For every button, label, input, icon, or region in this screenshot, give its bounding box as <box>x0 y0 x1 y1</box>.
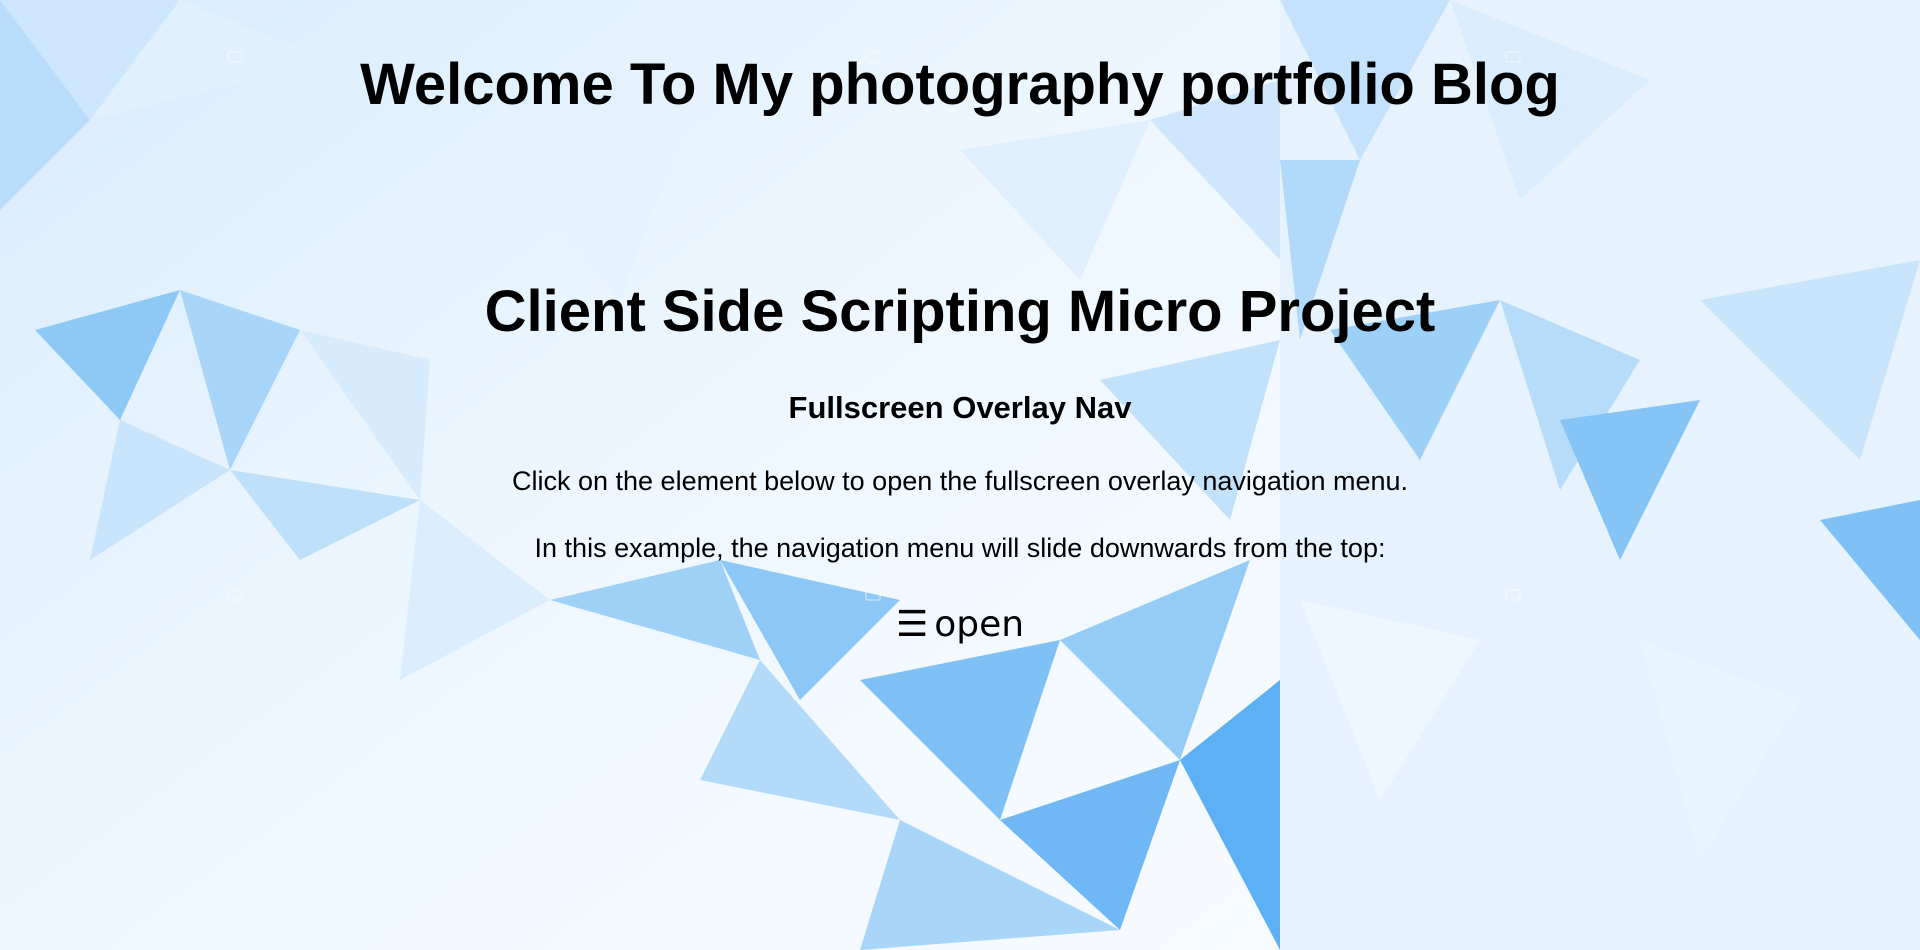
example-text: In this example, the navigation menu wil… <box>534 533 1386 563</box>
open-nav-button[interactable]: ☰ open <box>860 600 1060 650</box>
instruction-text: Click on the element below to open the f… <box>511 466 1409 496</box>
site-title: Welcome To My photography portfolio Blog <box>360 52 1560 117</box>
hamburger-icon: ☰ <box>895 604 929 645</box>
section-heading: Fullscreen Overlay Nav <box>788 390 1132 425</box>
project-title: Client Side Scripting Micro Project <box>484 279 1436 344</box>
open-nav-label: open <box>934 604 1025 645</box>
